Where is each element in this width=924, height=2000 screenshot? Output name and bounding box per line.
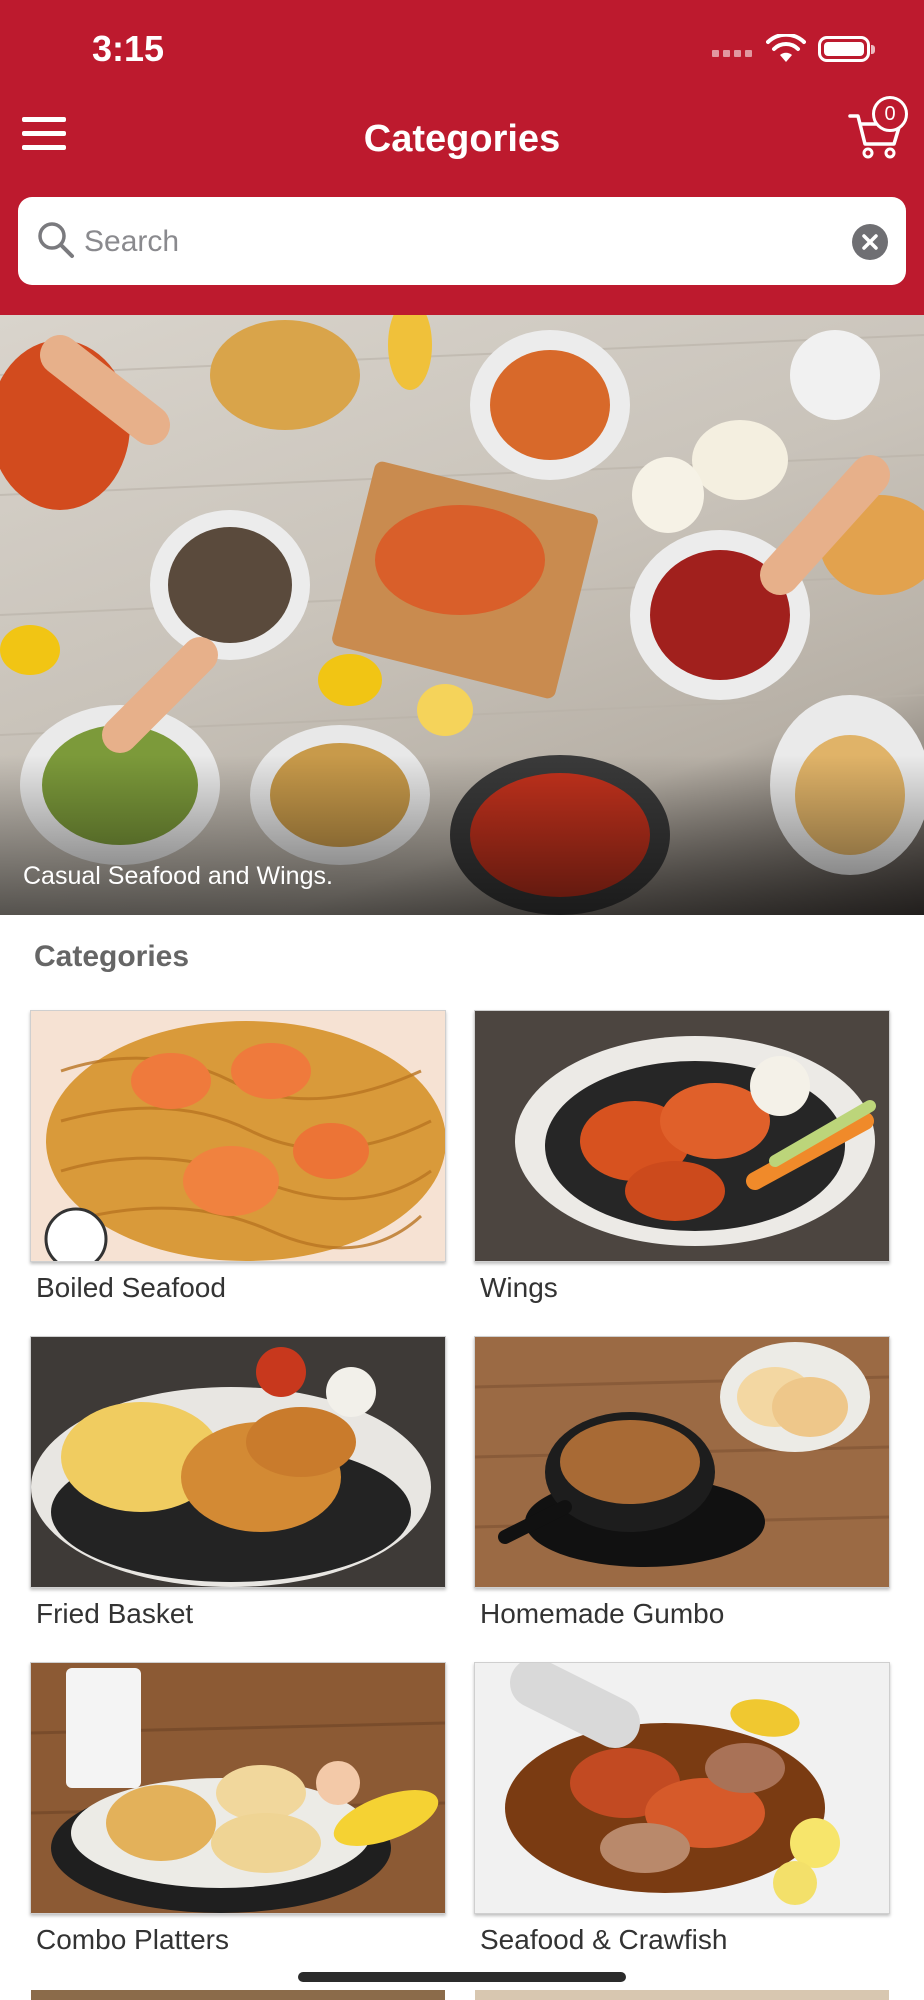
category-card[interactable]: Boiled Seafood [30,1010,446,1304]
category-image [474,1336,890,1588]
categories-heading: Categories [34,940,190,973]
signal-icon [712,50,752,57]
category-card-partial[interactable] [475,1990,889,2000]
status-time: 3:15 [92,28,165,69]
category-card[interactable]: Wings [474,1010,890,1304]
battery-icon [818,36,875,62]
category-image [30,1010,446,1262]
category-card-partial[interactable] [31,1990,445,2000]
app-header: 3:15 Categories 0 [0,0,924,315]
category-image [474,1662,890,1914]
wifi-icon [766,34,806,62]
category-label: Boiled Seafood [36,1272,226,1303]
category-card[interactable]: Seafood & Crawfish [474,1662,890,1956]
search-icon [38,222,74,258]
category-label: Seafood & Crawfish [480,1924,728,1955]
category-label: Combo Platters [36,1924,229,1955]
category-image [474,1010,890,1262]
category-image [30,1662,446,1914]
hero-caption: Casual Seafood and Wings. [23,862,333,890]
search-bar [18,197,906,285]
clear-icon[interactable] [852,224,888,260]
home-indicator [298,1972,626,1982]
category-card[interactable]: Homemade Gumbo [474,1336,890,1630]
category-label: Homemade Gumbo [480,1598,725,1629]
category-card[interactable]: Fried Basket [30,1336,446,1630]
hero-overlay [0,755,924,915]
cart-count-badge: 0 [872,96,908,132]
category-label: Fried Basket [36,1598,194,1629]
page-title: Categories [363,118,561,160]
category-card[interactable]: Combo Platters [30,1662,446,1956]
hero-banner[interactable]: Casual Seafood and Wings. [0,315,924,915]
search-input[interactable] [82,213,846,271]
category-image [30,1336,446,1588]
category-label: Wings [480,1272,558,1303]
